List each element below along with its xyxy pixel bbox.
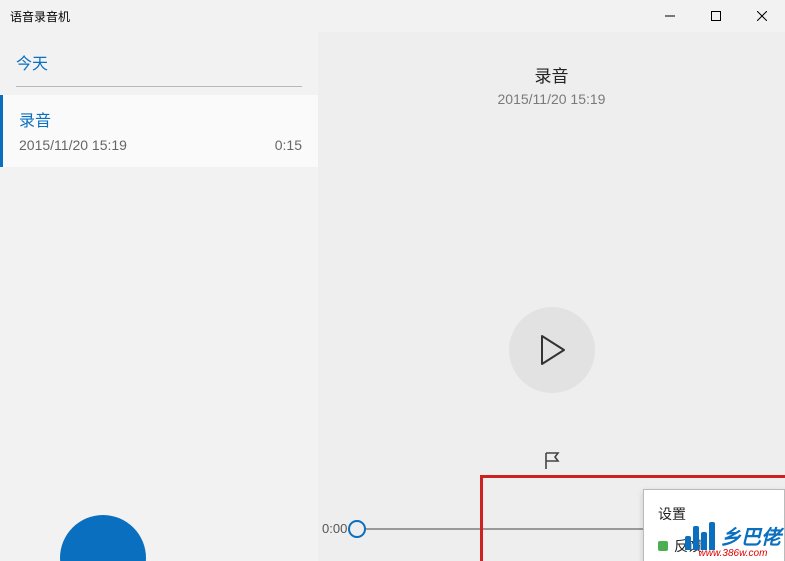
add-marker-button[interactable] [543, 451, 561, 471]
annotation-highlight [480, 475, 785, 478]
feedback-icon [658, 541, 668, 551]
app-title: 语音录音机 [0, 8, 70, 25]
recording-item-timestamp: 2015/11/20 15:19 [19, 137, 127, 153]
current-time-label: 0:00 [322, 521, 347, 536]
group-header: 今天 [0, 32, 318, 80]
minimize-button[interactable] [647, 0, 693, 32]
watermark-url: www.386w.com [699, 548, 768, 559]
annotation-highlight [480, 475, 483, 561]
recordings-sidebar: 今天 录音 2015/11/20 15:19 0:15 [0, 32, 318, 561]
recording-item-title: 录音 [19, 107, 302, 131]
playback-timestamp: 2015/11/20 15:19 [318, 91, 785, 107]
playback-header: 录音 2015/11/20 15:19 [318, 32, 785, 107]
group-header-label: 今天 [16, 50, 302, 74]
recording-item-duration: 0:15 [275, 137, 302, 153]
flag-icon [543, 451, 561, 471]
playback-title: 录音 [318, 62, 785, 87]
seek-thumb[interactable] [348, 520, 366, 538]
watermark: 乡巴佬 www.386w.com [685, 520, 781, 559]
maximize-icon [711, 11, 721, 21]
watermark-logo-icon [685, 520, 715, 550]
record-button[interactable] [60, 515, 146, 561]
recording-list-item[interactable]: 录音 2015/11/20 15:19 0:15 [0, 95, 318, 167]
close-button[interactable] [739, 0, 785, 32]
playback-panel: 录音 2015/11/20 15:19 0:00 [318, 32, 785, 561]
content-area: 今天 录音 2015/11/20 15:19 0:15 录音 2015/11/2… [0, 32, 785, 561]
minimize-icon [665, 11, 675, 21]
app-window: 语音录音机 今天 录音 2015/11/20 15:19 0:15 [0, 0, 785, 561]
title-bar: 语音录音机 [0, 0, 785, 32]
watermark-brand: 乡巴佬 [721, 521, 781, 550]
play-icon [538, 334, 566, 366]
maximize-button[interactable] [693, 0, 739, 32]
play-button[interactable] [509, 307, 595, 393]
divider [16, 86, 302, 87]
close-icon [757, 11, 767, 21]
